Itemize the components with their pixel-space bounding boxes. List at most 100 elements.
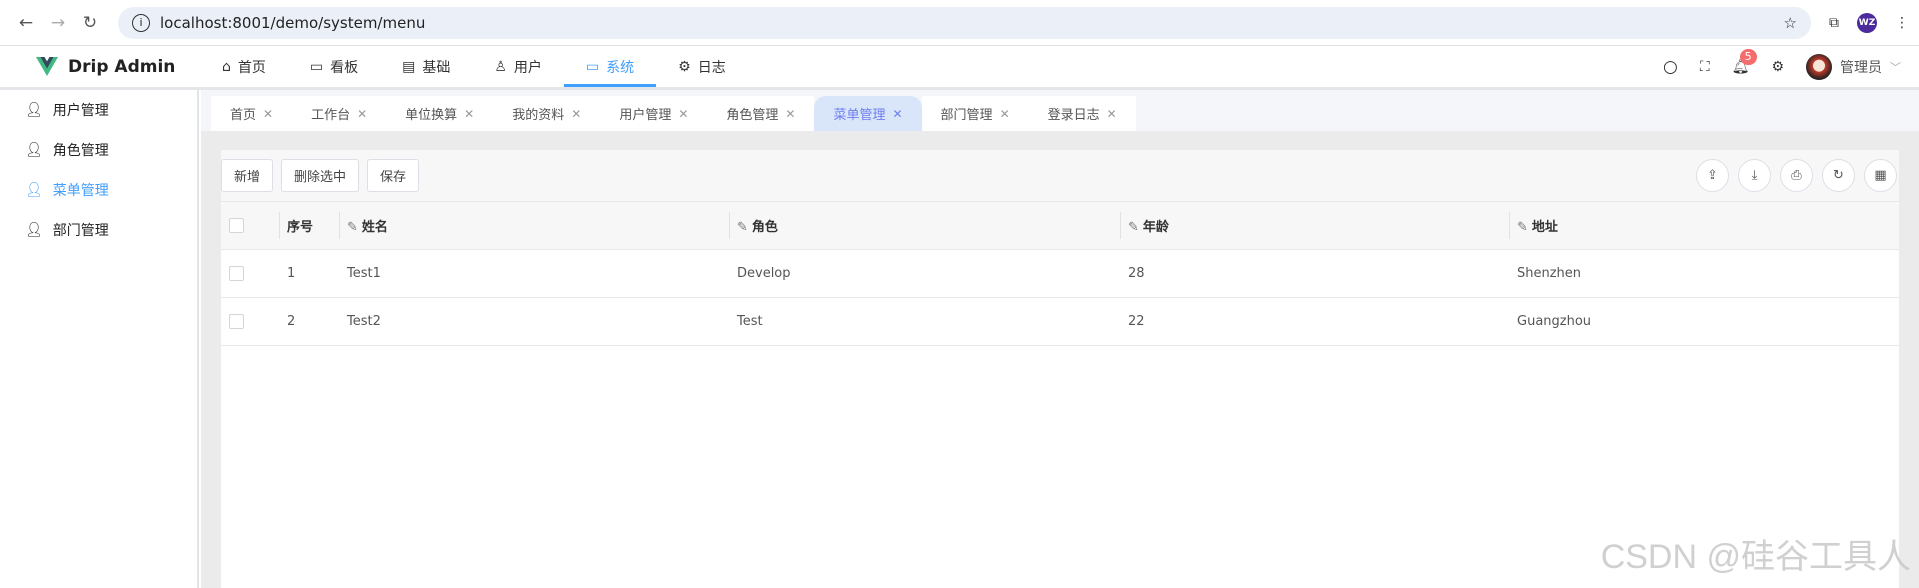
app-title: Drip Admin <box>68 56 176 77</box>
add-button[interactable]: 新增 <box>221 159 274 192</box>
bookmark-star-icon[interactable]: ☆ <box>1784 14 1797 32</box>
column-header[interactable]: ✎ 姓名 <box>339 202 729 250</box>
column-label: 姓名 <box>361 219 388 235</box>
delete-selected-button[interactable]: 删除选中 <box>281 159 360 192</box>
topmenu-label: 首页 <box>237 59 266 76</box>
cell-index: 1 <box>279 249 339 298</box>
user-name: 管理员 <box>1840 59 1882 76</box>
avatar <box>1806 53 1832 80</box>
vue-logo-icon <box>36 56 58 76</box>
close-icon[interactable]: ✕ <box>464 107 474 121</box>
tab-label: 工作台 <box>311 108 351 123</box>
cell-address[interactable]: Shenzhen <box>1509 249 1899 298</box>
fullscreen-icon[interactable]: ⛶ <box>1700 59 1710 75</box>
save-button[interactable]: 保存 <box>367 159 420 192</box>
cell-name[interactable]: Test1 <box>339 249 729 298</box>
topmenu-system[interactable]: ▭ 系统 <box>563 46 657 87</box>
tab-users[interactable]: 用户管理 ✕ <box>600 96 708 131</box>
column-header[interactable]: 序号 <box>279 202 339 250</box>
tab-unit-conversion[interactable]: 单位换算 ✕ <box>386 96 494 131</box>
app-logo[interactable]: Drip Admin <box>0 56 200 77</box>
sidebar-item-menus[interactable]: 👤︎ 菜单管理 <box>0 170 197 210</box>
watermark: CSDN @硅谷工具人 <box>1600 538 1911 576</box>
gear-icon: ⚙ <box>678 58 691 75</box>
cell-address[interactable]: Guangzhou <box>1509 297 1899 346</box>
table-card: 新增 删除选中 保存 ⇪ ⤓ ⎙ ↻ ▦ 序号 ✎ 姓名 ✎ 角色 ✎ 年龄 ✎ 地址 … <box>221 150 1899 588</box>
close-icon[interactable]: ✕ <box>892 107 902 121</box>
topmenu-home[interactable]: ⌂ 首页 <box>200 46 288 87</box>
row-checkbox[interactable] <box>229 265 244 281</box>
tab-label: 部门管理 <box>940 108 993 123</box>
back-icon[interactable]: ← <box>10 13 42 33</box>
person-icon: 👤︎ <box>25 182 43 198</box>
columns-icon[interactable]: ▦ <box>1864 159 1897 192</box>
tab-label: 角色管理 <box>726 108 779 123</box>
topmenu-user[interactable]: ♙ 用户 <box>472 46 564 87</box>
address-bar[interactable]: i localhost:8001/demo/system/menu ☆ <box>118 6 1811 39</box>
sidebar-item-label: 角色管理 <box>52 143 109 159</box>
close-icon[interactable]: ✕ <box>785 107 795 121</box>
extensions-icon[interactable]: ⧉ <box>1829 15 1839 31</box>
cell-index: 2 <box>279 297 339 346</box>
cell-role[interactable]: Test <box>729 297 1120 346</box>
profile-avatar[interactable]: WZ <box>1857 12 1877 33</box>
tab-label: 登录日志 <box>1047 108 1100 123</box>
table-row[interactable]: 1 Test1 Develop 28 Shenzhen <box>221 249 1899 298</box>
site-info-icon[interactable]: i <box>132 13 150 32</box>
column-label: 角色 <box>751 219 778 235</box>
table-row[interactable]: 2 Test2 Test 22 Guangzhou <box>221 297 1899 346</box>
row-checkbox[interactable] <box>229 313 244 329</box>
notification-badge: 5 <box>1739 48 1757 65</box>
tab-login-log[interactable]: 登录日志 ✕ <box>1028 96 1136 131</box>
close-icon[interactable]: ✕ <box>357 107 367 121</box>
column-label: 地址 <box>1531 219 1558 235</box>
tab-roles[interactable]: 角色管理 ✕ <box>707 96 815 131</box>
topmenu-log[interactable]: ⚙ 日志 <box>656 46 748 87</box>
close-icon[interactable]: ✕ <box>571 107 581 121</box>
column-header[interactable]: ✎ 角色 <box>729 202 1120 250</box>
user-menu[interactable]: 管理员 ﹀ <box>1806 53 1901 80</box>
forward-icon[interactable]: → <box>42 13 74 33</box>
edit-icon: ✎ <box>737 219 748 235</box>
notification-bell[interactable]: 🔔︎ 5 <box>1732 48 1757 75</box>
card-icon: ▤ <box>402 58 416 75</box>
cell-role[interactable]: Develop <box>729 249 1120 298</box>
sidebar-item-label: 菜单管理 <box>52 183 109 199</box>
select-all-checkbox[interactable] <box>229 217 244 233</box>
person-icon: 👤︎ <box>25 102 43 118</box>
print-icon[interactable]: ⎙ <box>1780 159 1813 192</box>
tab-workbench[interactable]: 工作台 ✕ <box>292 96 387 131</box>
import-icon[interactable]: ⇪ <box>1696 159 1729 192</box>
column-label: 序号 <box>287 219 314 235</box>
select-all-cell <box>221 202 279 250</box>
column-header[interactable]: ✎ 年龄 <box>1120 202 1509 250</box>
settings-icon[interactable]: ⚙ <box>1771 59 1784 75</box>
topmenu-board[interactable]: ▭ 看板 <box>288 46 380 87</box>
close-icon[interactable]: ✕ <box>678 107 688 121</box>
refresh-icon[interactable]: ↻ <box>1822 159 1855 192</box>
close-icon[interactable]: ✕ <box>1000 107 1010 121</box>
browser-menu-icon[interactable]: ⋮ <box>1895 15 1909 31</box>
tab-home[interactable]: 首页 ✕ <box>211 96 293 131</box>
search-icon[interactable]: ○ <box>1663 57 1678 77</box>
cell-age[interactable]: 28 <box>1120 249 1509 298</box>
table-header-row: 序号 ✎ 姓名 ✎ 角色 ✎ 年龄 ✎ 地址 <box>221 202 1899 250</box>
cell-age[interactable]: 22 <box>1120 297 1509 346</box>
tab-profile[interactable]: 我的资料 ✕ <box>493 96 601 131</box>
sidebar-item-departments[interactable]: 👤︎ 部门管理 <box>0 210 197 250</box>
export-icon[interactable]: ⤓ <box>1738 159 1771 192</box>
topmenu-label: 日志 <box>697 59 726 76</box>
topmenu-basic[interactable]: ▤ 基础 <box>380 46 472 87</box>
reload-icon[interactable]: ↻ <box>74 13 106 33</box>
data-table: 序号 ✎ 姓名 ✎ 角色 ✎ 年龄 ✎ 地址 1 Test1 Develop 28 Sh… <box>221 202 1899 346</box>
sidebar-item-roles[interactable]: 👤︎ 角色管理 <box>0 130 197 170</box>
sidebar-item-users[interactable]: 👤︎ 用户管理 <box>0 90 197 130</box>
tab-menus[interactable]: 菜单管理 ✕ <box>814 96 922 131</box>
cell-name[interactable]: Test2 <box>339 297 729 346</box>
tab-departments[interactable]: 部门管理 ✕ <box>921 96 1029 131</box>
close-icon[interactable]: ✕ <box>263 107 273 121</box>
sidebar-item-label: 部门管理 <box>52 223 109 239</box>
monitor-icon: ▭ <box>585 58 600 75</box>
column-header[interactable]: ✎ 地址 <box>1509 202 1899 250</box>
close-icon[interactable]: ✕ <box>1107 107 1117 121</box>
